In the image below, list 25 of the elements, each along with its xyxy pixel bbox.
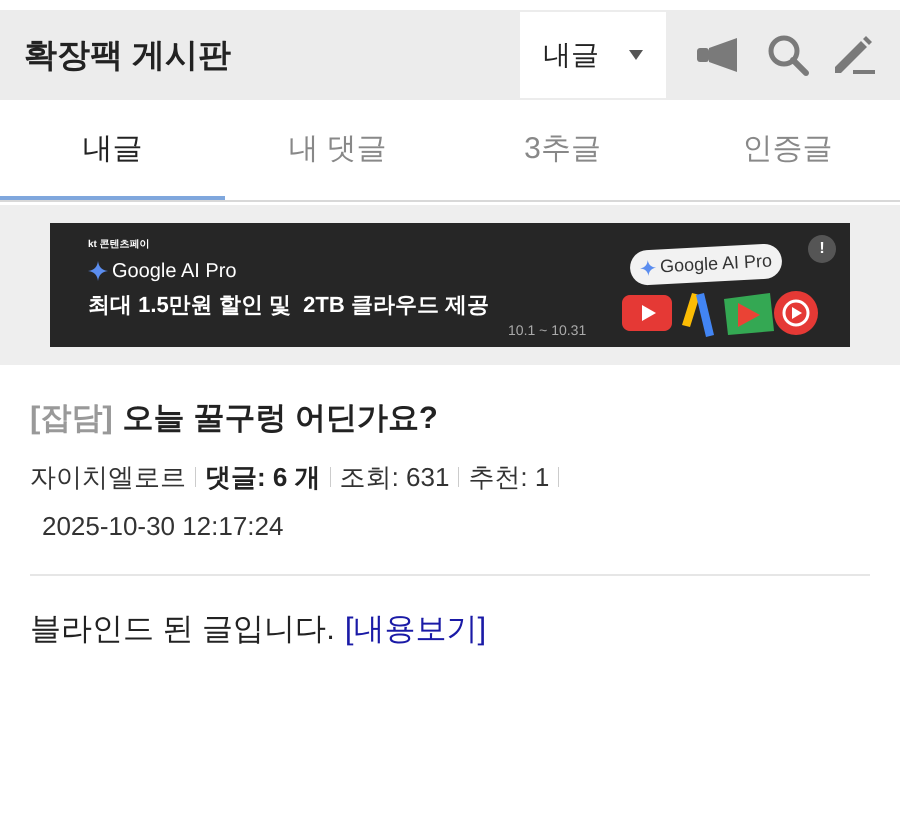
sparkle-icon bbox=[88, 261, 108, 281]
ad-info-badge[interactable]: ! bbox=[808, 235, 836, 263]
sparkle-icon bbox=[640, 259, 656, 276]
tab[interactable]: 내글 bbox=[0, 100, 225, 200]
tab[interactable]: 인증글 bbox=[675, 100, 900, 200]
post-date: 2025-10-30 12:17:24 bbox=[41, 510, 284, 542]
pill-text: Google AI Pro bbox=[659, 250, 773, 278]
ad-headline: 최대 1.5만원 할인 및 2TB 클라우드 제공 bbox=[88, 291, 489, 319]
post-meta: 추천: 1 bbox=[468, 460, 550, 494]
post-title: 오늘 꿀구렁 어딘가요? bbox=[122, 399, 438, 437]
post-meta: 댓글: 6 개 bbox=[205, 460, 321, 494]
post-category: [잡담] bbox=[30, 399, 113, 437]
view-content-link[interactable]: [내용보기] bbox=[344, 606, 486, 652]
ad-period: 10.1 ~ 10.31 bbox=[508, 321, 586, 340]
ad-banner[interactable]: kt 콘텐츠페이 Google AI Pro 최대 1.5만원 할인 및 2TB 클라우드 제공 10.1 ~ 10.31 Google AI Pro ! bbox=[50, 223, 850, 347]
post-meta: 조회: 631 bbox=[340, 460, 450, 494]
body-text: 블라인드 된 글입니다. bbox=[30, 610, 335, 648]
post-meta: 자이치엘로르 bbox=[30, 460, 186, 494]
ad-product: Google AI Pro bbox=[112, 259, 237, 284]
caret-icon bbox=[629, 50, 643, 60]
tab[interactable]: 3추글 bbox=[450, 100, 675, 200]
board-title: 확장팩 게시판 bbox=[23, 35, 232, 76]
filter-dropdown[interactable]: 내글 bbox=[520, 12, 666, 98]
ad-brand: kt 콘텐츠페이 bbox=[88, 238, 151, 252]
tab[interactable]: 내 댓글 bbox=[225, 100, 450, 200]
